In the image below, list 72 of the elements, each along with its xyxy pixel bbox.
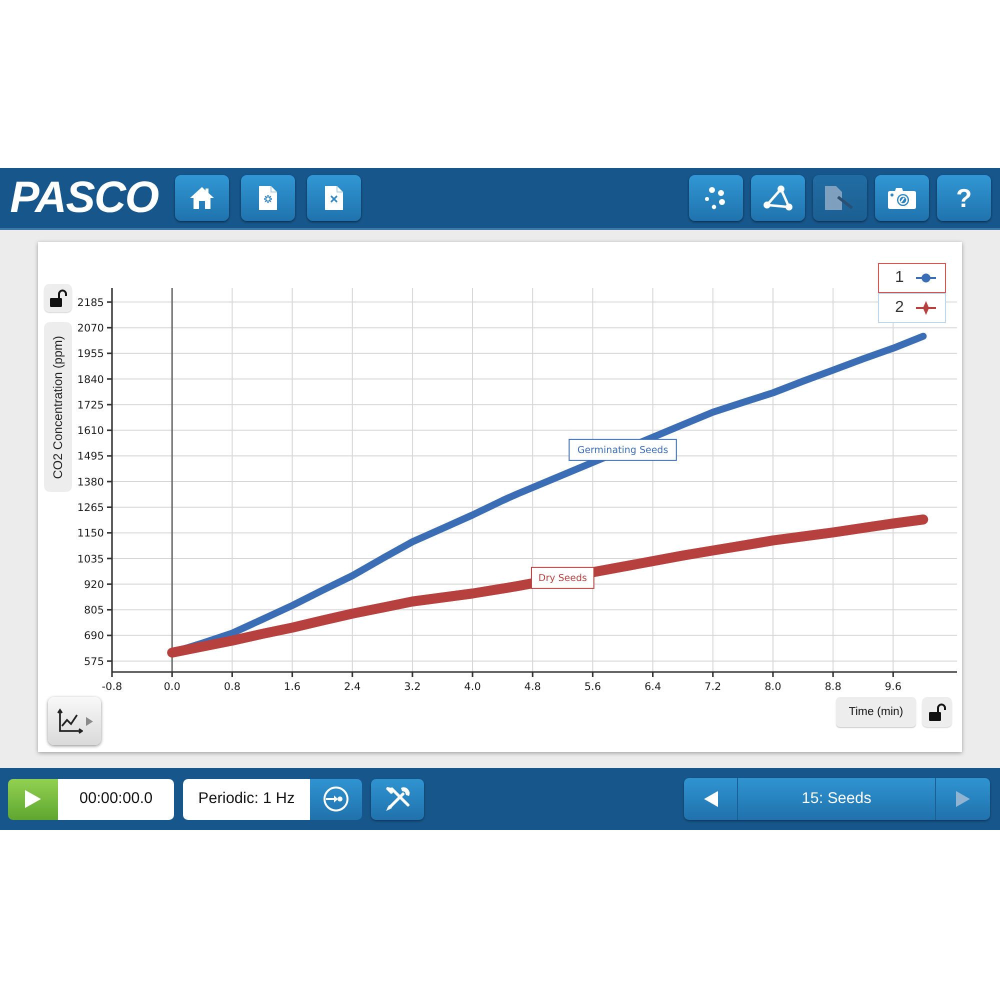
callout-label: Dry Seeds: [530, 566, 594, 589]
y-tick-label: 1150: [77, 528, 104, 540]
y-tick-label: 2070: [77, 322, 104, 334]
y-tick-label: 575: [84, 656, 104, 668]
sampling-options-button[interactable]: [310, 778, 362, 820]
x-tick-label: -0.8: [102, 681, 122, 693]
line-chart-icon: [56, 708, 82, 734]
x-tick-label: 5.6: [584, 681, 602, 693]
tools-button[interactable]: [371, 778, 424, 820]
x-tick-label: 9.6: [884, 681, 902, 693]
padlock-icon: [49, 289, 67, 307]
x-tick-label: 6.4: [644, 681, 662, 693]
legend-item[interactable]: 2: [878, 293, 946, 323]
tools-icon: [384, 785, 412, 813]
diamond-marker-icon: [916, 301, 936, 315]
x-tick-label: 4.8: [524, 681, 541, 693]
y-tick-label: 1035: [77, 553, 104, 566]
document-star-icon: [258, 185, 278, 211]
x-tick-label: 7.2: [704, 681, 722, 693]
annotation: Germinating Seeds: [577, 445, 668, 456]
document-x-icon: [324, 185, 344, 211]
previous-page-button[interactable]: [684, 778, 738, 820]
y-tick-label: 690: [84, 630, 104, 642]
y-tick-label: 1840: [77, 374, 104, 386]
x-tick-label: 0.0: [164, 681, 180, 693]
x-tick-label: 2.4: [344, 681, 361, 693]
home-button[interactable]: [175, 175, 230, 221]
left-arrow-icon: [704, 791, 718, 807]
x-axis-label-button[interactable]: Time (min): [836, 697, 916, 727]
x-tick-label: 0.8: [224, 681, 241, 693]
caret-icon: [86, 716, 92, 726]
close-file-button[interactable]: [307, 175, 362, 221]
triangle-tool-button[interactable]: [751, 175, 805, 221]
sampling-mode-button[interactable]: Periodic: 1 Hz: [183, 778, 310, 820]
points-tool-button[interactable]: [689, 175, 743, 221]
right-arrow-icon: [956, 791, 970, 807]
x-tick-label: 1.6: [284, 681, 301, 693]
play-icon: [25, 790, 41, 808]
y-tick-label: 920: [84, 578, 104, 591]
y-tick-label: 1380: [77, 476, 104, 488]
new-file-button[interactable]: [241, 175, 296, 221]
x-tick-label: 4.0: [464, 681, 481, 693]
y-tick-label: 1265: [77, 502, 104, 514]
x-tick-label: 3.2: [404, 681, 421, 693]
y-axis-lock-button[interactable]: [44, 284, 72, 312]
x-tick-label: 8.0: [764, 681, 782, 693]
y-tick-label: 1955: [77, 348, 104, 360]
start-button[interactable]: [8, 778, 58, 820]
callout-label: Germinating Seeds: [568, 438, 677, 461]
help-button[interactable]: ?: [937, 175, 991, 221]
triangle-nodes-icon: [763, 185, 793, 211]
snapshot-button[interactable]: [875, 175, 929, 221]
y-tick-label: 1495: [77, 450, 104, 463]
circle-marker-icon: [916, 273, 936, 283]
legend-item[interactable]: 1: [878, 263, 946, 293]
time-display: 00:00:00.0: [58, 778, 174, 820]
x-axis-lock-button[interactable]: [922, 697, 952, 727]
x-tick-label: 8.8: [824, 681, 842, 693]
home-icon: [189, 186, 216, 210]
dots-icon: [704, 186, 728, 210]
page-title-button[interactable]: 15: Seeds: [738, 778, 935, 820]
document-pen-icon: [824, 185, 856, 211]
y-axis-label-button[interactable]: CO2 Concentration (ppm): [44, 322, 72, 492]
y-tick-label: 805: [84, 604, 104, 617]
padlock-icon: [928, 703, 946, 721]
camera-icon: [887, 186, 917, 210]
annotation: Dry Seeds: [538, 573, 587, 584]
y-tick-label: 1610: [77, 425, 104, 438]
y-tick-label: 1725: [77, 399, 104, 412]
graph-tools-button[interactable]: [48, 697, 101, 745]
y-tick-label: 2185: [77, 296, 104, 309]
logo: PASCO: [10, 176, 158, 220]
